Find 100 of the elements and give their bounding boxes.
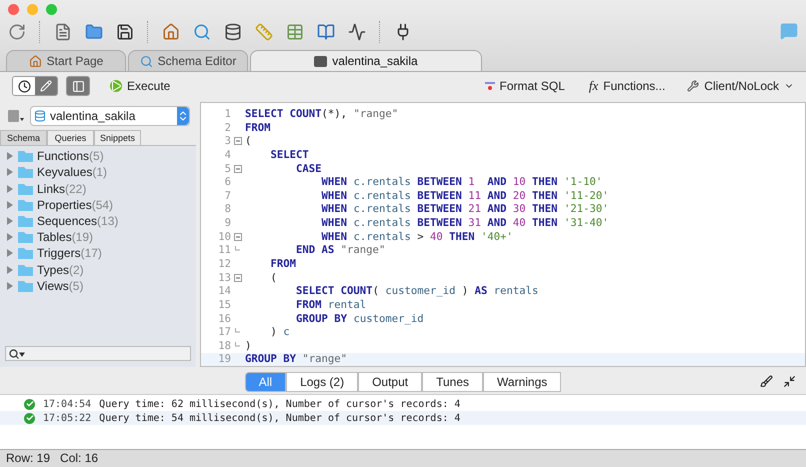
client-dropdown[interactable]: Client/NoLock — [687, 79, 794, 94]
line-number: 1 — [224, 108, 232, 120]
folder-icon — [18, 264, 33, 276]
code-line: ( — [245, 135, 252, 148]
folder-icon — [18, 166, 33, 178]
column-indicator: Col: 16 — [60, 451, 98, 466]
log-tab[interactable]: Output — [358, 372, 422, 392]
tree-item[interactable]: Types(2) — [37, 262, 84, 277]
tree-item[interactable]: Tables(19) — [37, 230, 94, 244]
refresh-icon[interactable] — [8, 23, 26, 41]
search-icon[interactable] — [193, 23, 211, 41]
collapse-icon[interactable] — [783, 375, 796, 388]
editor-tab[interactable]: Start Page — [6, 50, 126, 71]
table-icon[interactable] — [286, 23, 304, 41]
folder-icon — [18, 231, 33, 244]
tree-item[interactable]: Links(22) — [37, 182, 86, 196]
code-line: SELECT — [270, 148, 309, 161]
code-line: SELECT COUNT(*), "range" — [245, 108, 398, 120]
code-line: FROM rental — [295, 298, 366, 311]
tree-item[interactable]: Sequences(13) — [37, 214, 118, 228]
sidebar-tab[interactable]: Snippets — [94, 130, 141, 146]
expand-arrow-icon[interactable] — [6, 184, 14, 193]
line-number: 5 — [224, 162, 232, 175]
expand-arrow-icon[interactable] — [6, 216, 14, 225]
search-icon — [9, 348, 25, 359]
database-icon[interactable] — [224, 23, 242, 41]
database-select[interactable]: valentina_sakila — [30, 106, 190, 126]
editor-tab[interactable]: Schema Editor — [128, 50, 248, 71]
database-icon — [34, 110, 46, 122]
folder-icon — [18, 280, 33, 292]
folder-icon[interactable] — [85, 23, 103, 41]
expand-arrow-icon[interactable] — [6, 152, 14, 160]
row-indicator: Row: 19 — [6, 451, 50, 466]
wrench-icon — [687, 80, 700, 92]
sidebar-tab[interactable]: Schema — [0, 130, 47, 146]
code-editor[interactable] — [200, 102, 806, 368]
edit-button[interactable] — [35, 77, 57, 96]
line-number: 17 — [217, 326, 232, 338]
code-line: FROM — [270, 258, 296, 270]
book-icon[interactable] — [317, 23, 335, 41]
fold-icon[interactable] — [234, 232, 242, 241]
line-number: 10 — [217, 230, 232, 243]
tree-item[interactable]: Properties(54) — [37, 198, 114, 212]
fold-icon[interactable] — [234, 164, 242, 173]
home-icon[interactable] — [162, 23, 180, 41]
pencil-icon — [40, 80, 52, 92]
disk-icon[interactable] — [8, 110, 24, 122]
expand-arrow-icon[interactable] — [6, 282, 14, 290]
code-line: ) c — [270, 326, 290, 338]
code-line: GROUP BY customer_id — [295, 312, 424, 325]
code-line: GROUP BY "range" — [245, 353, 348, 366]
log-tab[interactable]: Logs (2) — [286, 372, 358, 392]
tree-item[interactable]: Views(5) — [37, 278, 84, 293]
log-time: 17:04:54 — [43, 398, 92, 410]
log-time: 17:05:22 — [43, 412, 92, 424]
home-icon — [28, 54, 42, 68]
play-icon — [110, 80, 122, 92]
line-number: 3 — [224, 135, 232, 148]
line-number: 9 — [224, 217, 232, 230]
activity-icon[interactable] — [348, 23, 366, 41]
code-line: FROM — [245, 122, 271, 134]
format-sql-button[interactable]: Format SQL — [484, 79, 565, 94]
new-document-icon[interactable] — [54, 23, 72, 41]
log-tab[interactable]: Warnings — [483, 372, 562, 392]
format-icon — [484, 81, 495, 92]
sidebar-toggle-button[interactable] — [67, 77, 89, 96]
clear-icon[interactable] — [760, 375, 773, 388]
save-icon[interactable] — [116, 23, 134, 41]
log-message: Query time: 62 millisecond(s), Number of cursor's records: 4 — [99, 398, 460, 410]
execute-button[interactable]: Execute — [110, 79, 170, 94]
code-line: ) — [245, 340, 252, 352]
sidebar-tab[interactable]: Queries — [47, 130, 94, 146]
zoom-button[interactable] — [46, 4, 57, 15]
tree-item[interactable]: Functions(5) — [37, 149, 104, 164]
expand-arrow-icon[interactable] — [6, 168, 14, 176]
line-number: 7 — [224, 190, 232, 202]
fold-icon[interactable] — [234, 274, 242, 282]
tree-item[interactable]: Triggers(17) — [37, 246, 102, 260]
code-line: WHEN c.rentals BETWEEN 11 AND 20 THEN '11-20' — [320, 190, 609, 202]
search-icon — [140, 54, 153, 68]
functions-button[interactable]: fx Functions... — [588, 78, 666, 94]
history-button[interactable] — [13, 77, 35, 96]
line-number: 6 — [224, 176, 232, 188]
code-line: WHEN c.rentals BETWEEN 31 AND 40 THEN '31-40' — [320, 217, 609, 230]
code-line: WHEN c.rentals BETWEEN 1 AND 10 THEN '1-10' — [320, 176, 602, 188]
fold-icon[interactable] — [234, 137, 242, 146]
code-line: END AS "range" — [295, 244, 386, 256]
log-tab[interactable]: Tunes — [422, 372, 484, 392]
expand-arrow-icon[interactable] — [6, 249, 14, 258]
log-message: Query time: 54 millisecond(s), Number of cursor's records: 4 — [99, 412, 460, 424]
editor-tab[interactable]: valentina_sakila — [250, 50, 482, 71]
ruler-icon[interactable] — [255, 23, 273, 41]
line-number: 2 — [224, 122, 232, 134]
expand-arrow-icon[interactable] — [6, 266, 14, 274]
search-field[interactable] — [5, 346, 191, 362]
expand-arrow-icon[interactable] — [6, 200, 14, 209]
folder-icon — [18, 182, 33, 195]
close-button[interactable] — [8, 4, 19, 15]
expand-arrow-icon[interactable] — [6, 233, 14, 242]
tree-item[interactable]: Keyvalues(1) — [37, 165, 108, 180]
